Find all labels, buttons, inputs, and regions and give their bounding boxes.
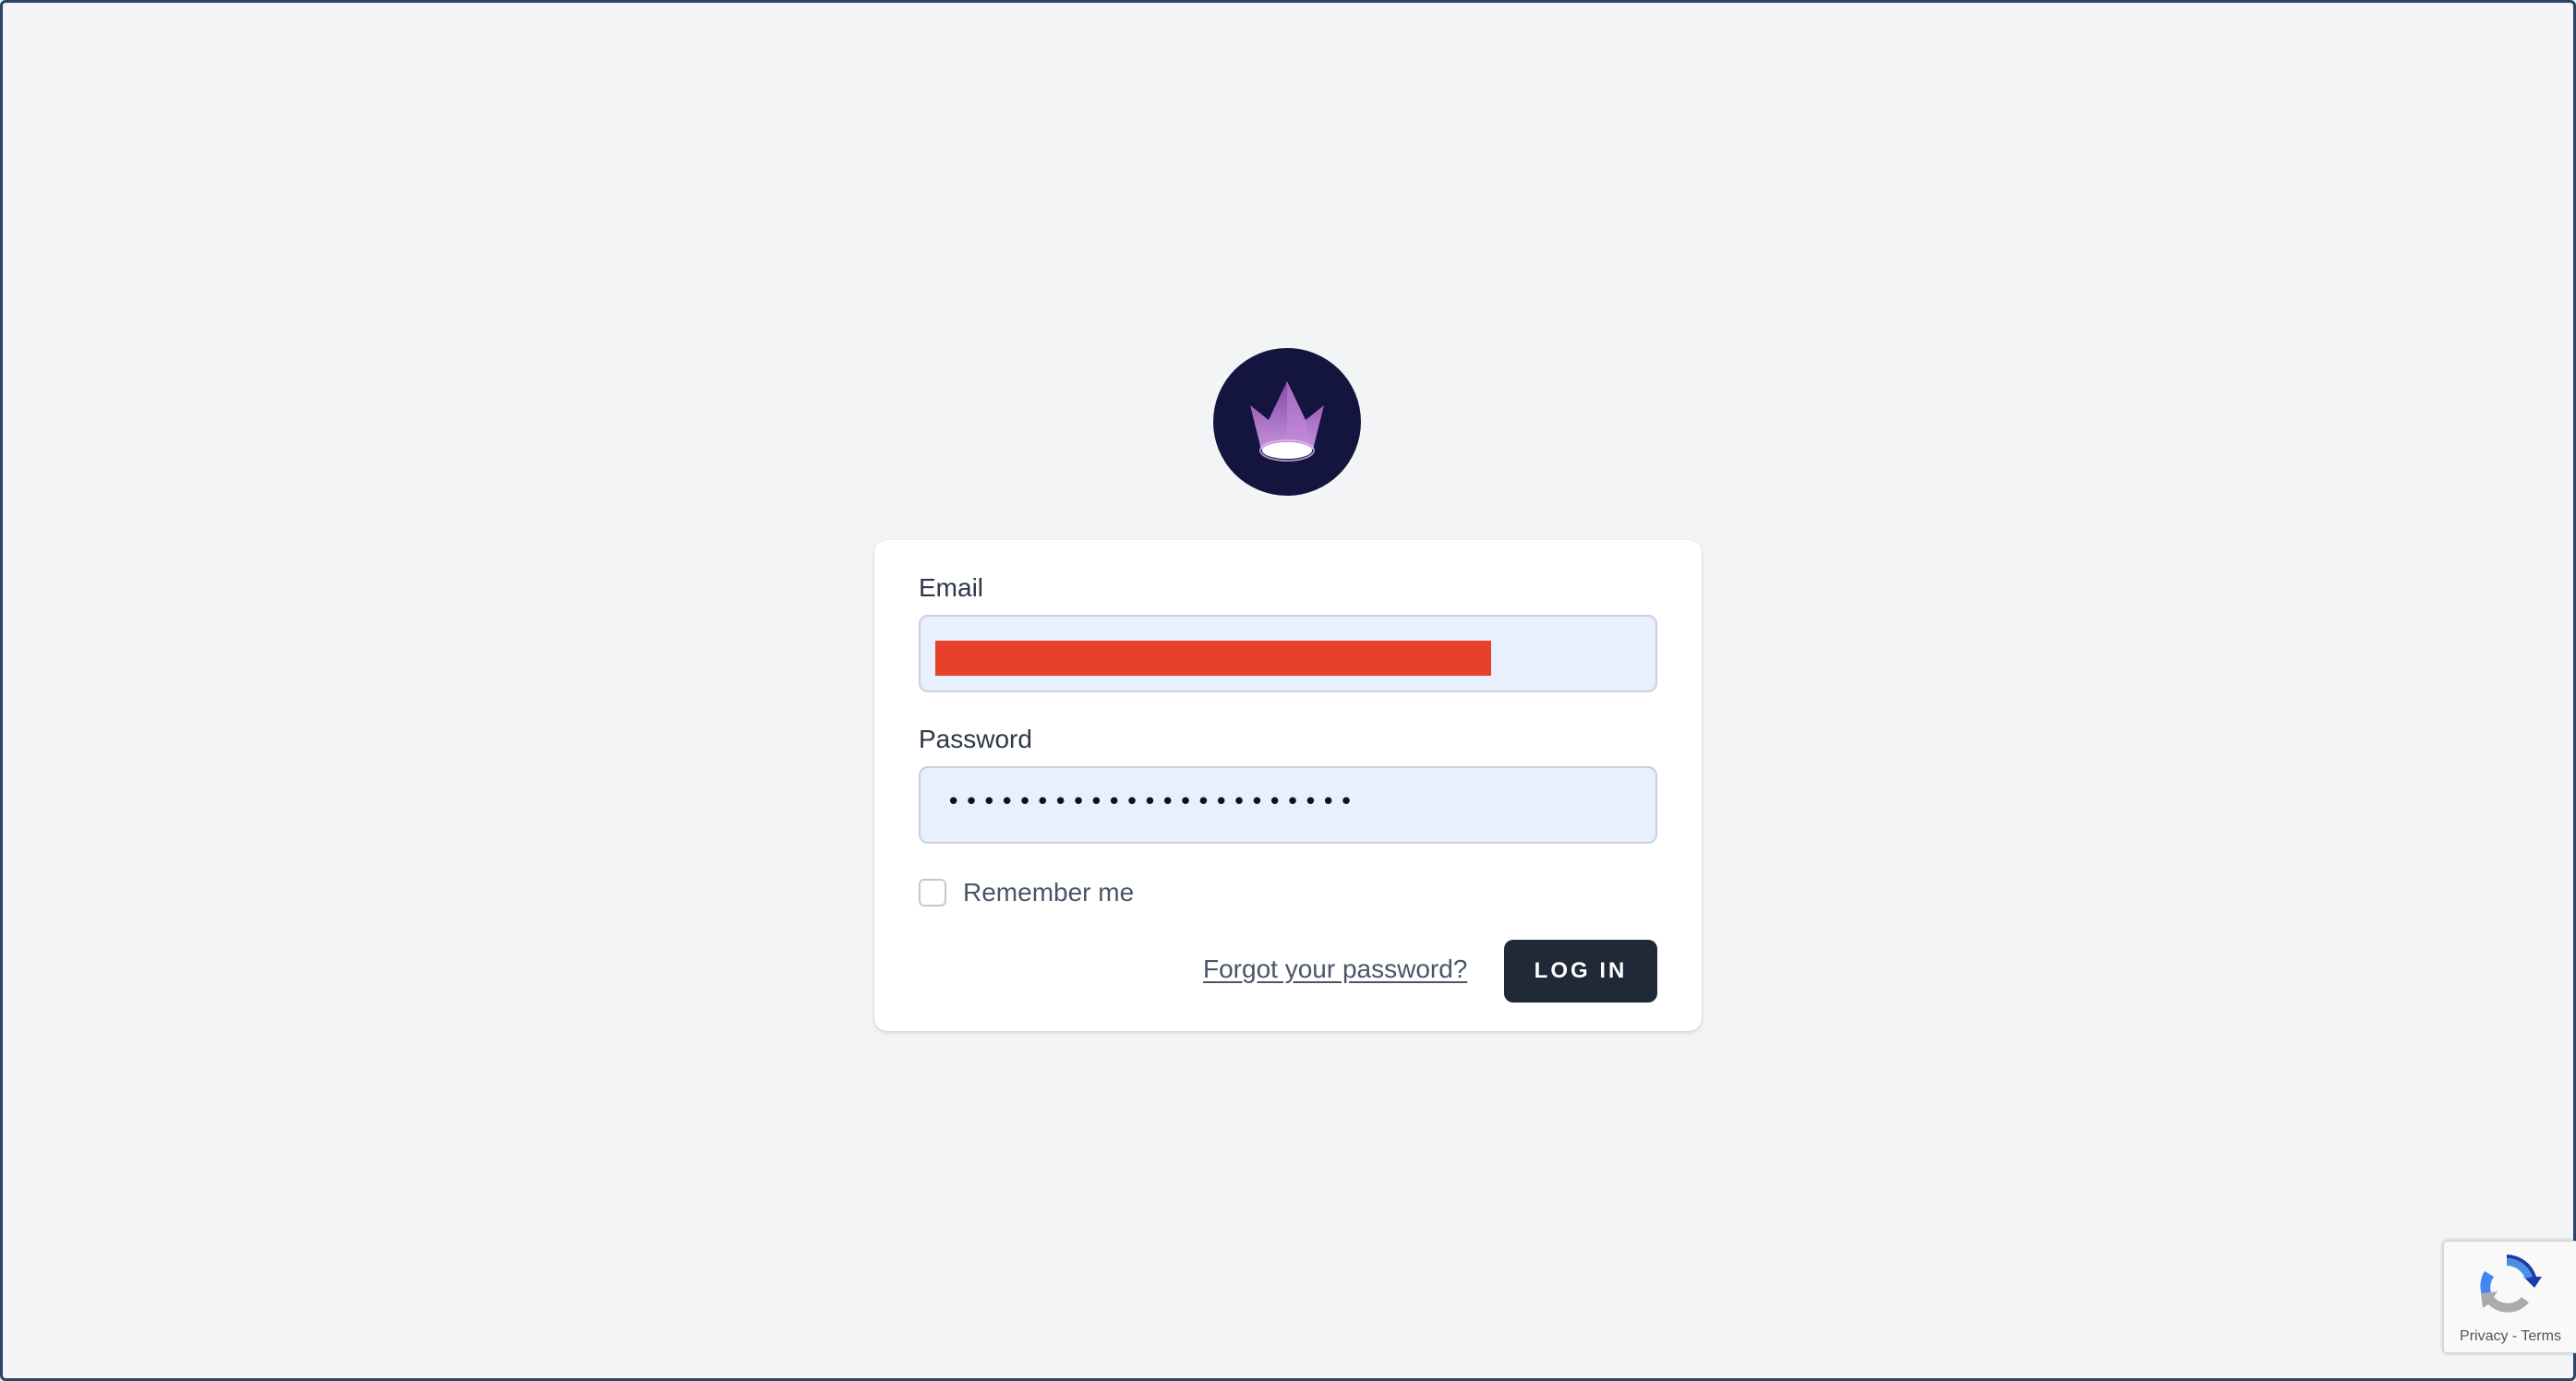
password-field[interactable]: ••••••••••••••••••••••• — [919, 766, 1657, 844]
recaptcha-privacy-link[interactable]: Privacy — [2460, 1328, 2508, 1344]
email-label: Email — [919, 573, 984, 602]
login-card: Email Password ••••••••••••••••••••••• R… — [874, 540, 1702, 1031]
email-redaction — [935, 641, 1491, 676]
recaptcha-separator: - — [2511, 1328, 2518, 1344]
email-field[interactable] — [919, 615, 1657, 692]
password-label: Password — [919, 725, 1032, 753]
remember-me-checkbox[interactable] — [919, 879, 946, 907]
app-logo — [1213, 348, 1361, 496]
recaptcha-links: Privacy - Terms — [2444, 1328, 2576, 1345]
remember-me-row[interactable]: Remember me — [919, 876, 1134, 909]
crown-spotlight-icon — [1250, 381, 1324, 462]
recaptcha-icon — [2480, 1255, 2542, 1313]
recaptcha-badge[interactable]: Privacy - Terms — [2443, 1241, 2576, 1353]
forgot-password-link[interactable]: Forgot your password? — [1203, 955, 1467, 984]
password-value: ••••••••••••••••••••••• — [946, 788, 1357, 816]
login-button[interactable]: LOG IN — [1504, 940, 1657, 1003]
remember-me-label[interactable]: Remember me — [963, 878, 1134, 907]
recaptcha-terms-link[interactable]: Terms — [2521, 1328, 2561, 1344]
